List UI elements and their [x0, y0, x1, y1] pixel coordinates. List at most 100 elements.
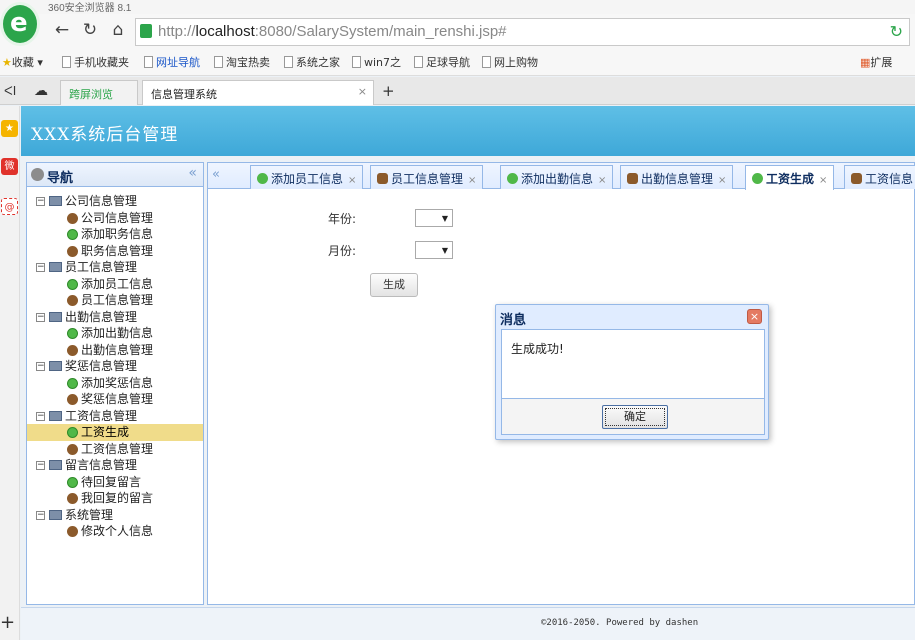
add-icon: [752, 173, 763, 184]
nav-item[interactable]: 我回复的留言: [27, 490, 203, 507]
nav-item[interactable]: 工资生成: [27, 424, 203, 441]
browser-tab-crossscreen[interactable]: 跨屏浏览: [60, 80, 138, 105]
add-icon: [67, 476, 78, 488]
reload-icon[interactable]: ↻: [890, 22, 903, 41]
bookmark-xitong[interactable]: 系统之家: [284, 54, 340, 70]
folder-icon: [49, 361, 62, 371]
close-tab-icon[interactable]: ×: [718, 175, 726, 186]
add-icon: [67, 278, 78, 290]
main-tab[interactable]: 员工信息管理 ×: [370, 165, 484, 189]
user-icon: [67, 443, 78, 455]
tabs-scroll-left-icon[interactable]: «: [212, 167, 220, 182]
dialog-body: 生成成功!: [501, 329, 765, 399]
nav-group[interactable]: − 奖惩信息管理: [27, 358, 203, 375]
dialog-message: 生成成功!: [511, 342, 564, 356]
close-tab-icon[interactable]: ×: [468, 175, 476, 186]
browser-sidebar: ★ 微 @: [0, 106, 20, 640]
nav-item-label: 工资生成: [81, 425, 130, 439]
nav-item[interactable]: 出勤信息管理: [27, 342, 203, 359]
nav-group[interactable]: − 公司信息管理: [27, 193, 203, 210]
add-icon[interactable]: +: [0, 612, 15, 633]
month-select[interactable]: ▼: [415, 241, 453, 259]
nav-item[interactable]: 奖惩信息管理: [27, 391, 203, 408]
folder-icon: [49, 196, 62, 206]
tree-toggle-icon[interactable]: −: [36, 312, 45, 322]
bookmark-mobile[interactable]: 手机收藏夹: [62, 54, 129, 70]
nav-tree: − 公司信息管理 公司信息管理 添加职务信息 职务信息管理 − 员工信息管理 添加员工信息 员工…: [27, 193, 203, 540]
month-label: 月份:: [328, 244, 357, 258]
nav-item-label: 员工信息管理: [81, 293, 154, 307]
nav-group[interactable]: − 出勤信息管理: [27, 309, 203, 326]
nav-group[interactable]: − 工资信息管理: [27, 408, 203, 425]
main-tab[interactable]: 工资生成 ×: [745, 165, 835, 190]
mail-icon[interactable]: @: [1, 198, 18, 215]
nav-item-label: 修改个人信息: [81, 524, 154, 538]
nav-group[interactable]: − 系统管理: [27, 507, 203, 524]
nav-group-label: 奖惩信息管理: [65, 359, 138, 373]
bookmark-football[interactable]: 足球导航: [414, 54, 470, 70]
main-tab[interactable]: 出勤信息管理 ×: [620, 165, 734, 189]
nav-item[interactable]: 修改个人信息: [27, 523, 203, 540]
nav-item[interactable]: 职务信息管理: [27, 243, 203, 260]
tree-toggle-icon[interactable]: −: [36, 461, 45, 470]
tree-toggle-icon[interactable]: −: [36, 510, 45, 520]
nav-group[interactable]: − 留言信息管理: [27, 457, 203, 474]
cloud-icon[interactable]: ☁: [34, 83, 48, 99]
nav-item-label: 添加员工信息: [81, 276, 154, 291]
nav-item[interactable]: 添加职务信息: [27, 226, 203, 243]
tab-close-icon[interactable]: ×: [358, 85, 367, 98]
main-tab[interactable]: 添加员工信息 ×: [250, 165, 364, 189]
user-icon: [67, 394, 78, 405]
browser-titlebar: 360安全浏览器 8.1: [0, 0, 915, 14]
main-tab-label: 员工信息管理: [391, 172, 464, 186]
generate-button[interactable]: 生成: [370, 273, 418, 297]
browser-tab-info-system[interactable]: 信息管理系统 ×: [142, 80, 374, 105]
ok-button[interactable]: 确定: [602, 405, 668, 429]
dialog-close-icon[interactable]: ×: [747, 309, 762, 324]
tree-toggle-icon[interactable]: −: [36, 263, 45, 272]
year-select[interactable]: ▼: [415, 209, 453, 227]
nav-group-label: 工资信息管理: [65, 408, 138, 423]
nav-group[interactable]: − 员工信息管理: [27, 259, 203, 276]
new-tab-button[interactable]: +: [382, 82, 395, 100]
folder-icon: [49, 262, 62, 272]
bookmark-shopping[interactable]: 网上购物: [482, 54, 538, 70]
tree-toggle-icon[interactable]: −: [36, 197, 45, 206]
main-tab-label: 添加员工信息: [271, 172, 344, 186]
extensions-button[interactable]: ▦扩展: [860, 54, 892, 70]
app-footer: ©2016-2050. Powered by dashen: [21, 607, 915, 640]
close-tab-icon[interactable]: ×: [819, 175, 827, 186]
nav-item[interactable]: 工资信息管理: [27, 441, 203, 458]
browser-logo-icon: e: [0, 2, 40, 46]
tree-toggle-icon[interactable]: −: [36, 362, 45, 371]
bookmark-nav[interactable]: 网址导航: [144, 54, 200, 70]
nav-item[interactable]: 员工信息管理: [27, 292, 203, 309]
collapse-icon[interactable]: «: [188, 165, 197, 181]
bookmark-taobao[interactable]: 淘宝热卖: [214, 54, 270, 70]
main-tab[interactable]: 工资信息: [844, 165, 915, 189]
nav-item[interactable]: 添加员工信息: [27, 276, 203, 293]
close-tab-icon[interactable]: ×: [598, 175, 606, 186]
bookmark-favorites[interactable]: ★收藏 ▾: [2, 54, 43, 70]
home-icon[interactable]: ⌂: [108, 20, 128, 40]
user-icon: [67, 295, 78, 306]
main-tab-label: 添加出勤信息: [521, 172, 594, 186]
back-icon[interactable]: ←: [52, 20, 72, 40]
main-tab[interactable]: 添加出勤信息 ×: [500, 165, 614, 189]
nav-item[interactable]: 添加奖惩信息: [27, 375, 203, 392]
nav-item[interactable]: 添加出勤信息: [27, 325, 203, 342]
secure-icon: [140, 24, 152, 38]
address-bar[interactable]: http://localhost:8080/SalarySystem/main_…: [135, 18, 910, 46]
tab-scroll-icon[interactable]: ᐸI: [4, 84, 16, 98]
tree-toggle-icon[interactable]: −: [36, 411, 45, 421]
nav-item[interactable]: 待回复留言: [27, 474, 203, 491]
close-tab-icon[interactable]: ×: [348, 175, 356, 186]
weibo-icon[interactable]: 微: [1, 158, 18, 175]
star-icon[interactable]: ★: [1, 120, 18, 137]
bookmark-win7[interactable]: win7之: [352, 54, 401, 70]
refresh-nav-icon[interactable]: ↻: [80, 20, 100, 40]
browser-title: 360安全浏览器 8.1: [48, 3, 132, 14]
nav-item-label: 奖惩信息管理: [81, 392, 154, 406]
user-icon: [67, 344, 78, 356]
nav-item[interactable]: 公司信息管理: [27, 210, 203, 227]
